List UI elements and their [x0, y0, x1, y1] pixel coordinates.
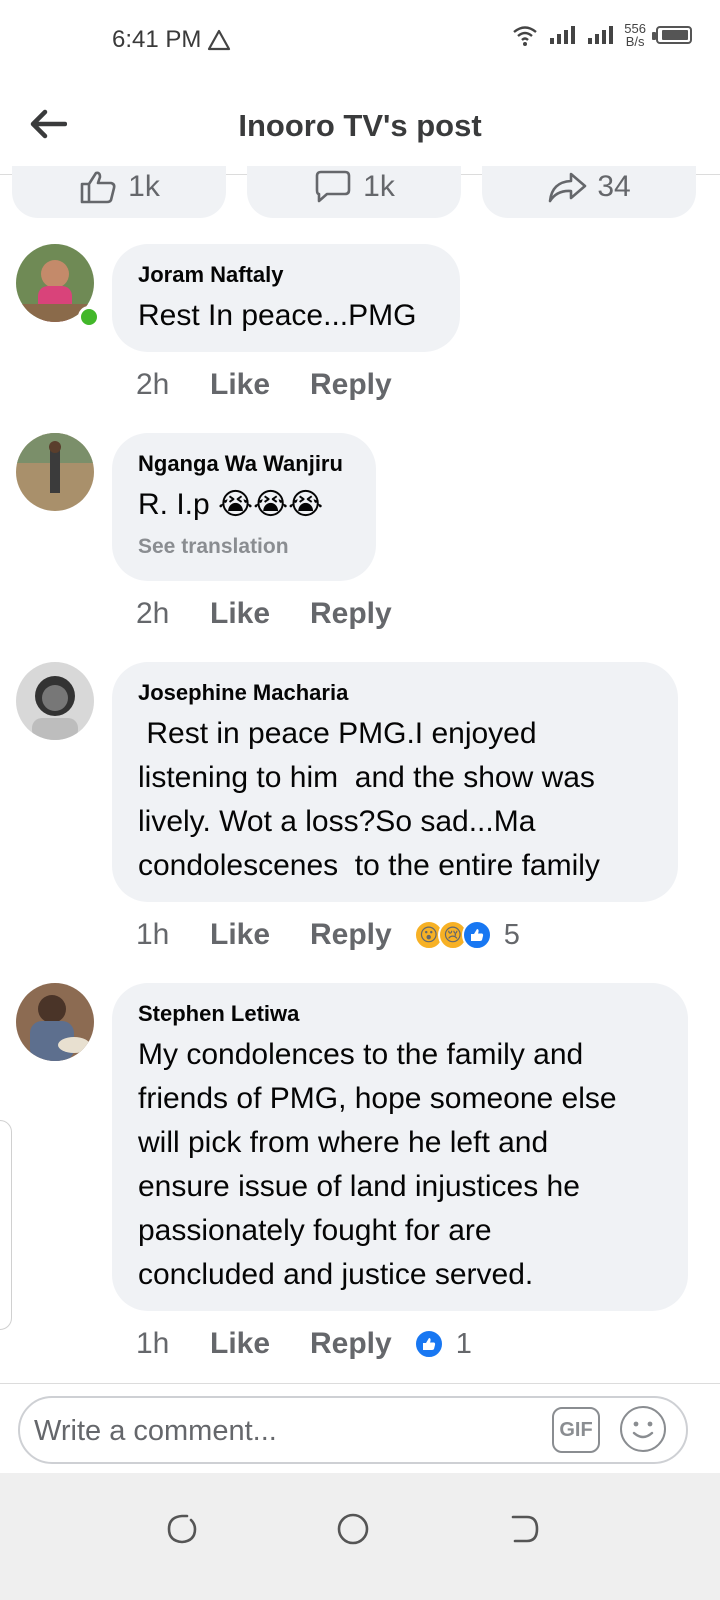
reply-button[interactable]: Reply	[310, 1327, 392, 1361]
post-actions-row: 1k 1k 34	[12, 166, 708, 220]
like-count: 1k	[128, 170, 160, 203]
home-button[interactable]	[331, 1507, 375, 1551]
comment-text: My condolences to the family and friends…	[138, 1038, 617, 1291]
recents-icon	[167, 1514, 197, 1544]
reaction-summary[interactable]: 😮 😢 5	[413, 918, 520, 952]
online-status-dot	[78, 306, 100, 328]
thumbs-up-icon	[80, 171, 116, 204]
comment-input-placeholder: Write a comment...	[34, 1415, 277, 1447]
smiley-icon	[632, 1421, 654, 1439]
avatar[interactable]	[16, 433, 94, 511]
comment-bubble[interactable]: Stephen Letiwa My condolences to the fam…	[112, 983, 688, 1311]
like-reaction-icon	[461, 920, 492, 950]
clock: 6:41 PM	[112, 26, 202, 53]
comment-input[interactable]: Write a comment... GIF	[18, 1396, 688, 1464]
reply-button[interactable]: Reply	[310, 918, 392, 952]
reaction-count: 5	[503, 918, 520, 951]
comment-actions: 2h Like Reply	[136, 368, 414, 402]
comment-bubble[interactable]: Nganga Wa Wanjiru R. I.p 😭😭😭 See transla…	[112, 433, 376, 581]
avatar[interactable]	[16, 983, 94, 1061]
emoji-button[interactable]	[620, 1406, 666, 1452]
page-title: Inooro TV's post	[238, 108, 482, 143]
comment-count: 1k	[363, 170, 395, 203]
back-nav-button[interactable]	[502, 1507, 546, 1551]
like-button[interactable]: Like	[210, 597, 310, 631]
home-circle-icon	[337, 1513, 369, 1545]
battery-icon	[652, 26, 692, 44]
back-nav-icon	[511, 1515, 539, 1543]
comment-actions: 1h Like Reply 1	[136, 1327, 472, 1361]
signal-icon-2	[588, 26, 614, 44]
comment-text: Rest In peace...PMG	[138, 299, 417, 332]
comment-time[interactable]: 1h	[136, 1327, 210, 1361]
comment-author[interactable]: Josephine Macharia	[138, 680, 652, 706]
reaction-summary[interactable]: 1	[413, 1327, 472, 1361]
reaction-count: 1	[455, 1327, 472, 1360]
see-translation-link[interactable]: See translation	[138, 535, 350, 559]
share-count: 34	[597, 170, 631, 203]
comment-text: Rest in peace PMG.I enjoyed listening to…	[138, 717, 600, 882]
side-edge-panel[interactable]	[0, 1120, 12, 1330]
like-pill[interactable]: 1k	[12, 166, 226, 218]
net-speed-unit: B/s	[625, 34, 645, 49]
comment-composer-bar: Write a comment... GIF	[0, 1383, 720, 1473]
comment-author[interactable]: Stephen Letiwa	[138, 1001, 662, 1027]
share-pill[interactable]: 34	[482, 166, 696, 218]
status-icons: 556 B/s	[512, 22, 692, 48]
net-speed: 556 B/s	[624, 22, 646, 48]
reply-button[interactable]: Reply	[310, 597, 392, 631]
comment-author[interactable]: Joram Naftaly	[138, 262, 434, 288]
wifi-icon	[513, 26, 538, 46]
gif-button[interactable]: GIF	[552, 1407, 600, 1453]
recent-apps-button[interactable]	[160, 1507, 204, 1551]
page-header: Inooro TV's post	[0, 80, 720, 175]
signal-icon	[550, 26, 576, 44]
comment-bubble-icon	[315, 170, 351, 203]
like-button[interactable]: Like	[210, 918, 310, 952]
comment-actions: 1h Like Reply 😮 😢 5	[136, 918, 520, 952]
comment-pill[interactable]: 1k	[247, 166, 461, 218]
comment-bubble[interactable]: Josephine Macharia Rest in peace PMG.I e…	[112, 662, 678, 902]
status-bar: 6:41 PM 556 B/s	[0, 0, 720, 80]
share-arrow-icon	[549, 172, 587, 203]
comment-time[interactable]: 2h	[136, 597, 210, 631]
comment-actions: 2h Like Reply	[136, 597, 414, 631]
like-reaction-icon	[413, 1329, 444, 1359]
reply-button[interactable]: Reply	[310, 368, 392, 402]
comment-time[interactable]: 1h	[136, 918, 210, 952]
avatar[interactable]	[16, 662, 94, 740]
status-time: 6:41 PM	[112, 26, 231, 54]
comment-text: R. I.p 😭😭😭	[138, 488, 324, 521]
system-nav-bar	[0, 1473, 720, 1600]
like-button[interactable]: Like	[210, 368, 310, 402]
comment-bubble[interactable]: Joram Naftaly Rest In peace...PMG	[112, 244, 460, 352]
comment-author[interactable]: Nganga Wa Wanjiru	[138, 451, 350, 477]
like-button[interactable]: Like	[210, 1327, 310, 1361]
alert-triangle-icon	[208, 29, 231, 51]
comment-time[interactable]: 2h	[136, 368, 210, 402]
